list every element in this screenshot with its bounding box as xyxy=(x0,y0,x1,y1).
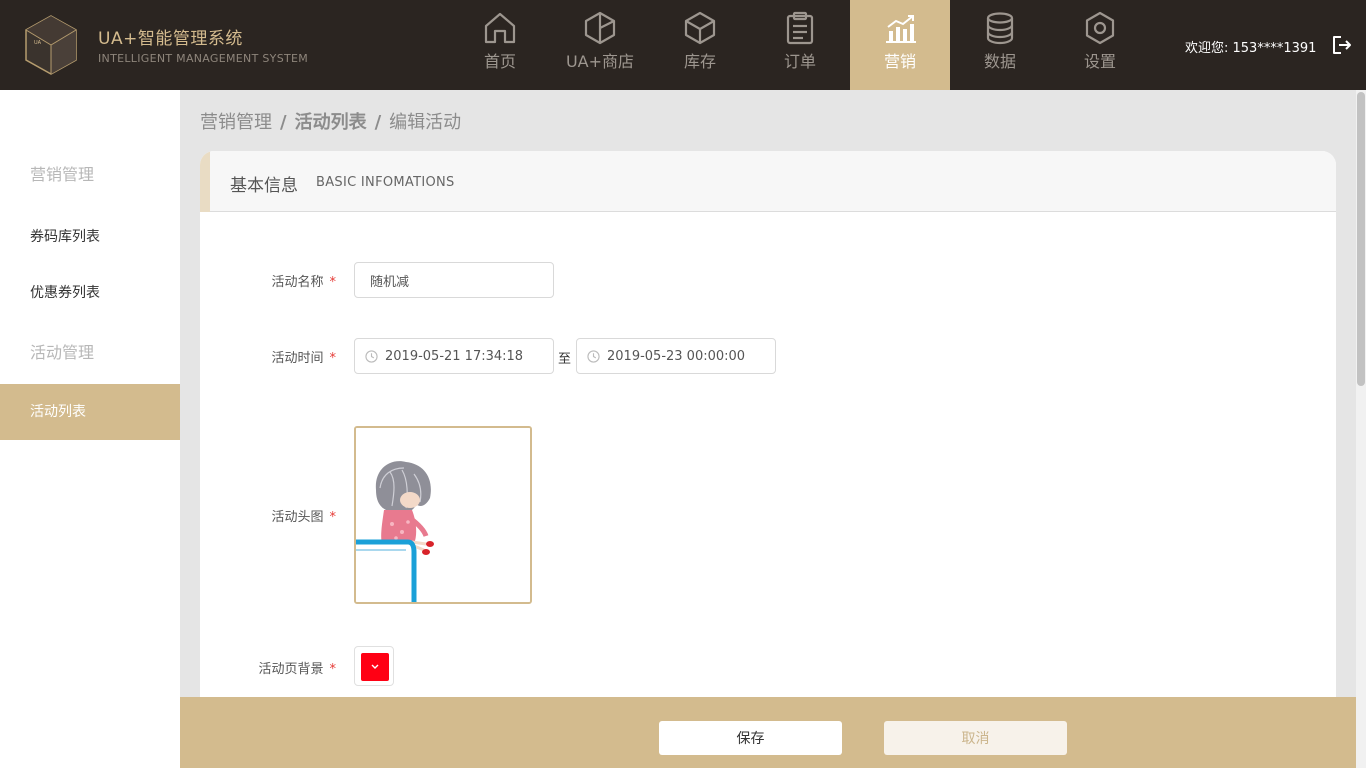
activity-name-label: 活动名称 * xyxy=(206,271,336,290)
chevron-down-icon xyxy=(371,664,379,669)
breadcrumb-marketing[interactable]: 营销管理 xyxy=(200,112,272,133)
sidebar: 营销管理 券码库列表 优惠券列表 活动管理 活动列表 xyxy=(0,90,180,768)
sidebar-item-activity-list[interactable]: 活动列表 xyxy=(0,384,180,440)
nav-home[interactable]: 首页 xyxy=(450,0,550,90)
start-time-value: 2019-05-21 17:34:18 xyxy=(385,348,524,364)
required-mark: * xyxy=(329,510,337,525)
nav-home-label: 首页 xyxy=(483,52,516,71)
activity-time-label-text: 活动时间 xyxy=(271,351,324,366)
breadcrumb-separator: / xyxy=(280,112,287,133)
sidebar-group-marketing: 营销管理 xyxy=(30,165,95,184)
basic-info-panel: 基本信息 BASIC INFOMATIONS 活动名称 * 随机减 活动时间 * 2… xyxy=(200,151,1336,768)
sidebar-item-coupons[interactable]: 优惠券列表 xyxy=(0,265,180,321)
database-icon xyxy=(986,12,1014,45)
store-icon xyxy=(584,11,616,45)
activity-name-label-text: 活动名称 xyxy=(271,275,324,290)
color-swatch xyxy=(361,653,389,681)
activity-image-upload[interactable] xyxy=(354,426,532,604)
logo: UA xyxy=(25,15,77,75)
activity-time-label: 活动时间 * xyxy=(206,347,336,366)
activity-name-value: 随机减 xyxy=(370,274,410,290)
background-color-label-text: 活动页背景 xyxy=(258,662,324,677)
nav-inventory-label: 库存 xyxy=(683,52,716,71)
panel-title: 基本信息 xyxy=(230,176,298,196)
panel-title-en: BASIC INFOMATIONS xyxy=(316,175,455,190)
home-icon xyxy=(484,12,516,44)
end-time-input[interactable]: 2019-05-23 00:00:00 xyxy=(576,338,776,374)
start-time-input[interactable]: 2019-05-21 17:34:18 xyxy=(354,338,554,374)
sidebar-group-activities: 活动管理 xyxy=(30,343,95,362)
required-mark: * xyxy=(329,275,337,290)
nav-data-label: 数据 xyxy=(983,52,1016,71)
breadcrumb: 营销管理 / 活动列表 / 编辑活动 xyxy=(200,108,461,134)
top-bar: UA UA+智能管理系统 INTELLIGENT MANAGEMENT SYST… xyxy=(0,0,1366,90)
range-separator: 至 xyxy=(558,352,572,367)
nav-marketing[interactable]: 营销 xyxy=(850,0,950,90)
nav-inventory[interactable]: 库存 xyxy=(650,0,750,90)
breadcrumb-separator: / xyxy=(374,112,382,133)
clock-icon xyxy=(587,349,600,363)
nav-data[interactable]: 数据 xyxy=(950,0,1050,90)
scrollbar-thumb[interactable] xyxy=(1357,92,1365,386)
panel-header-accent xyxy=(200,151,210,212)
panel-header: 基本信息 BASIC INFOMATIONS xyxy=(200,151,1336,212)
cube-icon xyxy=(684,11,716,45)
logout-icon[interactable] xyxy=(1332,35,1352,55)
nav-orders-label: 订单 xyxy=(783,52,816,71)
background-color-label: 活动页背景 * xyxy=(206,658,336,677)
clock-icon xyxy=(365,349,378,363)
nav-store[interactable]: UA+商店 xyxy=(550,0,650,90)
app-subtitle: INTELLIGENT MANAGEMENT SYSTEM xyxy=(98,52,309,65)
activity-image-label-text: 活动头图 xyxy=(271,510,324,525)
breadcrumb-activity-list[interactable]: 活动列表 xyxy=(295,112,367,133)
hexagon-gear-icon xyxy=(1085,11,1115,45)
cancel-button[interactable]: 取消 xyxy=(884,721,1067,755)
background-color-picker[interactable] xyxy=(354,646,394,686)
activity-head-image xyxy=(356,428,530,602)
activity-image-label: 活动头图 * xyxy=(206,506,336,525)
sidebar-item-code-library[interactable]: 券码库列表 xyxy=(0,209,180,265)
save-button[interactable]: 保存 xyxy=(659,721,842,755)
form-footer: 保存 取消 xyxy=(180,697,1356,768)
nav-store-label: UA+商店 xyxy=(565,52,635,71)
main-nav: 首页 UA+商店 库存 订单 营销 数据 设置 xyxy=(450,0,1150,90)
breadcrumb-current: 编辑活动 xyxy=(389,112,462,133)
nav-orders[interactable]: 订单 xyxy=(750,0,850,90)
required-mark: * xyxy=(329,351,337,366)
nav-settings-label: 设置 xyxy=(1083,52,1116,71)
clipboard-icon xyxy=(786,11,814,45)
end-time-value: 2019-05-23 00:00:00 xyxy=(607,348,746,364)
activity-name-input[interactable]: 随机减 xyxy=(354,262,554,298)
welcome-text: 欢迎您: 153****1391 xyxy=(1185,41,1317,56)
required-mark: * xyxy=(329,662,337,677)
nav-settings[interactable]: 设置 xyxy=(1050,0,1150,90)
app-title: UA+智能管理系统 xyxy=(98,29,243,49)
chart-up-icon xyxy=(886,15,916,43)
nav-marketing-label: 营销 xyxy=(883,52,916,71)
svg-text:UA: UA xyxy=(34,40,42,46)
